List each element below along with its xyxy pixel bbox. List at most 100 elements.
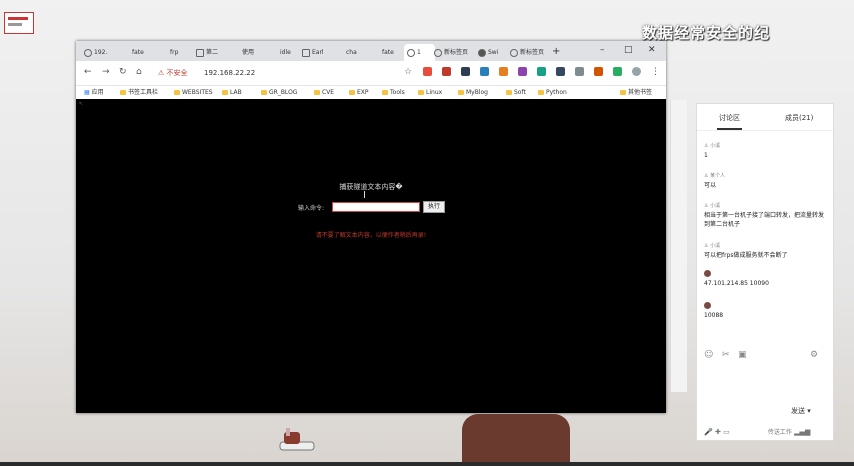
profile-avatar[interactable] [632, 67, 641, 76]
taskbar [0, 462, 854, 466]
browser-tab[interactable]: 新标签页 [510, 44, 550, 61]
bookmark-folder[interactable]: EXP [349, 87, 369, 98]
star-icon[interactable]: ☆ [404, 66, 412, 78]
folder-icon [261, 90, 267, 95]
signal-icon: ▂▄▆ [794, 428, 811, 436]
side-scrollbar[interactable] [670, 100, 687, 392]
reload-icon[interactable]: ↻ [119, 66, 127, 78]
browser-tab[interactable]: 使用 [242, 44, 270, 61]
close-icon[interactable]: ✕ [648, 43, 656, 57]
browser-tab-active[interactable]: 1 [404, 44, 435, 61]
avatar [704, 270, 711, 277]
execute-button[interactable]: 执行 [423, 201, 445, 213]
bookmark-folder[interactable]: GR_BLOG [261, 87, 297, 98]
browser-tab[interactable]: 新标签页 [434, 44, 474, 61]
browser-window: 192. fate frp 第二 使用 idle Earl cha fate 1… [76, 41, 666, 413]
globe-icon [510, 48, 518, 57]
settings-icon[interactable]: ⚙ [810, 350, 818, 360]
scissors-icon[interactable]: ✂ [722, 350, 730, 360]
extension-icon[interactable] [423, 67, 432, 76]
tab-members[interactable]: 成员(21) [785, 113, 813, 123]
back-icon[interactable]: ← [84, 66, 92, 78]
home-icon[interactable]: ⌂ [136, 66, 142, 78]
extension-icon[interactable] [613, 67, 622, 76]
folder-icon [506, 90, 512, 95]
apps-icon: ▦ [84, 89, 90, 96]
command-input[interactable] [332, 202, 420, 212]
doc-icon [196, 48, 204, 57]
new-tab-button[interactable]: + [552, 44, 560, 60]
user-icon: ♙ [704, 243, 709, 249]
chat-message: 47.101.214.85 10090 [704, 270, 829, 288]
extension-icon[interactable] [556, 67, 565, 76]
extension-icon[interactable] [594, 67, 603, 76]
globe-icon [407, 48, 415, 57]
desktop-file-icon[interactable] [2, 12, 36, 46]
folder-icon [349, 90, 355, 95]
user-icon: ♙ [704, 143, 709, 149]
browser-tab[interactable]: 192. [84, 44, 122, 61]
send-button[interactable]: 发送 ▾ [791, 406, 811, 416]
folder-icon [382, 90, 388, 95]
browser-tab[interactable]: Earl [302, 44, 334, 61]
page-content: ↖ 捕获隧道文本内容� 输入命令: 执行 请不要了解文本内容，以便作者稍后再录! [76, 99, 666, 413]
browser-toolbar: ← → ↻ ⌂ ⚠ 不安全 192.168.22.22 ☆ ⋮ [76, 61, 666, 86]
folder-icon [222, 90, 228, 95]
extension-icon[interactable] [518, 67, 527, 76]
bookmark-folder[interactable]: CVE [314, 87, 334, 98]
emoji-icon[interactable]: ☺ [704, 350, 713, 360]
bookmark-folder[interactable]: Linux [418, 87, 442, 98]
bookmark-other[interactable]: 其他书签 [620, 87, 652, 98]
browser-tab[interactable]: fate [132, 44, 160, 61]
extension-icon[interactable] [442, 67, 451, 76]
user-icon: ♙ [704, 173, 709, 179]
folder-icon [620, 90, 626, 95]
chat-panel: 讨论区 成员(21) ♙ 小溪 1 ♙ 某个人 可以 ♙ 小溪 相当于第一台机子… [696, 103, 834, 441]
bookmark-apps[interactable]: ▦ 应用 [84, 87, 104, 98]
bookmark-folder[interactable]: MyBlog [458, 87, 488, 98]
extension-icon[interactable] [575, 67, 584, 76]
image-icon[interactable]: ▣ [738, 350, 747, 360]
globe-icon [434, 48, 442, 57]
chat-message: 10088 [704, 302, 829, 320]
chat-message: ♙ 小溪 可以把frps做成服务就不会断了 [704, 243, 788, 259]
user-icon: ♙ [704, 203, 709, 209]
folder-icon [120, 90, 126, 95]
extension-icon[interactable] [537, 67, 546, 76]
tab-discussion[interactable]: 讨论区 [717, 113, 742, 130]
bookmark-folder[interactable]: LAB [222, 87, 242, 98]
browser-tab[interactable]: Swi [478, 44, 506, 61]
maximize-icon[interactable]: □ [624, 43, 633, 57]
browser-tab[interactable]: frp [170, 44, 198, 61]
security-warning[interactable]: ⚠ 不安全 [158, 67, 188, 79]
command-label: 输入命令: [298, 205, 325, 212]
minimize-icon[interactable]: – [600, 43, 605, 57]
corner-glyph: ↖ [79, 101, 84, 107]
extension-icon[interactable] [461, 67, 470, 76]
bookmark-folder[interactable]: Tools [382, 87, 405, 98]
forward-icon[interactable]: → [102, 66, 110, 78]
address-bar[interactable]: 192.168.22.22 [204, 67, 255, 79]
folder-icon [174, 90, 180, 95]
menu-icon[interactable]: ⋮ [651, 66, 660, 78]
browser-tab[interactable]: 第二 [196, 44, 228, 61]
folder-icon [314, 90, 320, 95]
page-title: 捕获隧道文本内容� [339, 183, 403, 191]
bookmark-folder[interactable]: Python [538, 87, 567, 98]
add-icon[interactable]: ✚ [715, 428, 721, 436]
bookmark-folder[interactable]: 书签工具栏 [120, 87, 158, 98]
mic-icon[interactable]: 🎤 [704, 428, 713, 436]
bookmark-folder[interactable]: WEBSITES [174, 87, 213, 98]
browser-tab[interactable]: cha [346, 44, 374, 61]
chat-controls: ☺ ✂ ▣ ⚙ [704, 350, 818, 360]
bookmarks-bar: ▦ 应用 书签工具栏 WEBSITES LAB GR_BLOG CVE EXP … [76, 86, 666, 100]
screen-icon[interactable]: ▭ [723, 428, 730, 436]
bookmark-folder[interactable]: Soft [506, 87, 526, 98]
sneaker-image [279, 428, 315, 451]
swagger-icon [478, 48, 486, 57]
page-hint: 请不要了解文本内容，以便作者稍后再录! [315, 232, 427, 239]
extension-icon[interactable] [480, 67, 489, 76]
chat-message: ♙ 某个人 可以 [704, 173, 726, 189]
globe-icon [84, 48, 92, 57]
extension-icon[interactable] [499, 67, 508, 76]
